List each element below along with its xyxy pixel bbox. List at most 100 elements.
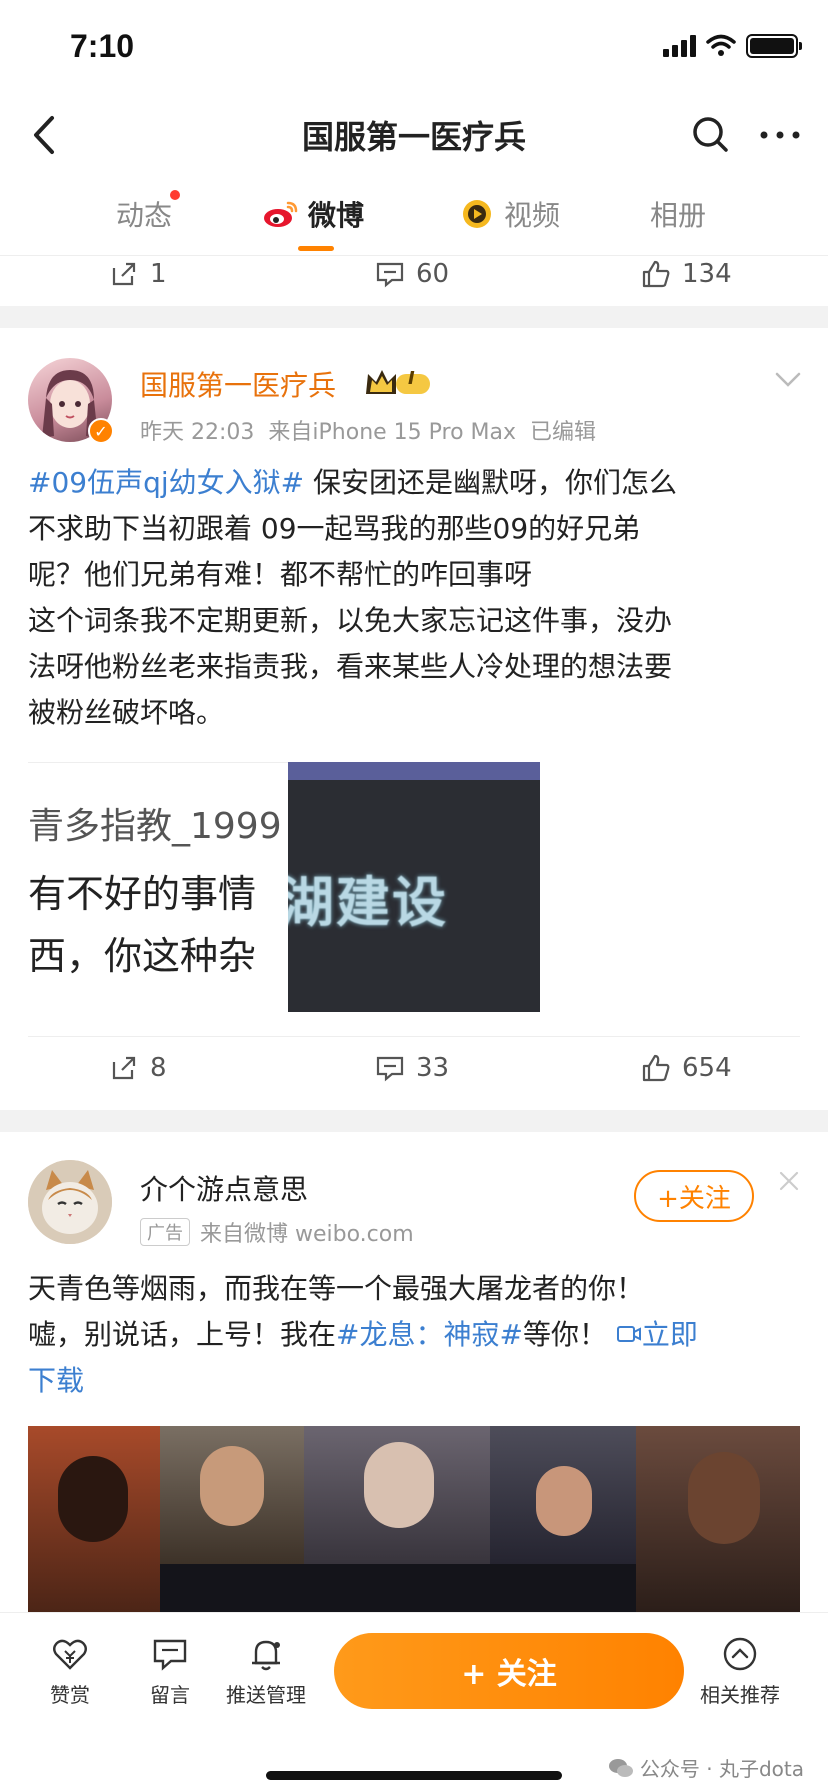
section-divider bbox=[0, 306, 828, 328]
topic-link[interactable]: #09伍声qj幼女入狱# bbox=[28, 466, 304, 499]
post-text-line: 这个词条我不定期更新，以免大家忘记这件事，没办 bbox=[28, 604, 673, 637]
ad-text-segment: 嘘，别说话，上号！我在 bbox=[28, 1318, 337, 1351]
quoted-screenshot-image[interactable]: 青多指教_1999 有不好的事情 西，你这种杂 bbox=[28, 762, 288, 1010]
message-label: 留言 bbox=[150, 1683, 190, 1707]
ad-follow-button[interactable]: +关注 bbox=[634, 1170, 754, 1222]
verified-badge-icon: ✓ bbox=[88, 418, 114, 444]
post-time: 昨天 22:03 bbox=[140, 420, 255, 445]
ad-text: 天青色等烟雨，而我在等一个最强大屠龙者的你！ 嘘，别说话，上号！我在#龙息：神寂… bbox=[28, 1266, 808, 1404]
ad-topic-link[interactable]: #龙息：神寂# bbox=[336, 1318, 523, 1351]
close-icon[interactable] bbox=[778, 1170, 800, 1192]
reward-button[interactable]: 赞赏 bbox=[50, 1635, 90, 1708]
message-button[interactable]: 留言 bbox=[150, 1635, 190, 1708]
video-icon bbox=[463, 200, 491, 228]
reward-heart-icon bbox=[53, 1639, 87, 1670]
comment-count: 33 bbox=[416, 1053, 450, 1083]
like-count: 134 bbox=[682, 259, 732, 289]
comment-icon bbox=[376, 262, 404, 288]
profile-tabs: 动态 微博 视频 相册 bbox=[0, 176, 828, 256]
post-text-line: 法呀他粉丝老来指责我，看来某些人冷处理的想法要 bbox=[28, 650, 673, 683]
pixelated-image-text: 湖建设 bbox=[288, 871, 448, 934]
divider bbox=[28, 1036, 800, 1037]
repost-icon bbox=[112, 1056, 136, 1080]
search-button[interactable] bbox=[686, 110, 736, 160]
tab-label: 动态 bbox=[116, 199, 173, 232]
comment-count: 60 bbox=[416, 259, 450, 289]
post-text: #09伍声qj幼女入狱# 保安团还是幽默呀，你们怎么 不求助下当初跟着 09一起… bbox=[28, 460, 808, 736]
comment-icon bbox=[376, 1056, 404, 1082]
post-text-line: 不求助下当初跟着 09一起骂我的那些09的好兄弟 bbox=[28, 512, 641, 545]
ad-label: 广告 bbox=[140, 1218, 190, 1246]
ad-author-name[interactable]: 介个游点意思 bbox=[140, 1168, 308, 1208]
post-text-line: 保安团还是幽默呀，你们怎么 bbox=[304, 466, 678, 499]
related-recommend-label: 相关推荐 bbox=[700, 1683, 780, 1707]
ad-video-thumbnail[interactable] bbox=[28, 1426, 800, 1616]
post-text-line: 呢？他们兄弟有难！都不帮忙的咋回事呀 bbox=[28, 558, 533, 591]
bottom-bar: 赞赏 留言 推送管理 + 关注 相关推荐 公众号 · 丸子dota bbox=[0, 1612, 828, 1792]
tab-weibo[interactable]: 微博 bbox=[262, 194, 364, 234]
battery-icon bbox=[746, 34, 802, 58]
bell-icon bbox=[252, 1640, 280, 1671]
ad-author-avatar[interactable] bbox=[28, 1160, 112, 1244]
more-dots-icon bbox=[760, 131, 800, 139]
repost-icon bbox=[112, 262, 136, 286]
push-settings-button[interactable]: 推送管理 bbox=[226, 1635, 306, 1708]
thumbs-up-icon bbox=[642, 1054, 670, 1082]
reward-label: 赞赏 bbox=[50, 1683, 90, 1707]
vip-level: I bbox=[408, 368, 415, 389]
post-source: 来自iPhone 15 Pro Max bbox=[268, 420, 517, 445]
post-edited-label: 已编辑 bbox=[530, 420, 597, 445]
unread-dot bbox=[170, 190, 181, 200]
video-link-icon bbox=[616, 1326, 641, 1342]
status-time: 7:10 bbox=[70, 28, 135, 64]
related-recommend-button[interactable]: 相关推荐 bbox=[700, 1635, 780, 1708]
repost-button[interactable]: 1 bbox=[108, 258, 167, 290]
quoted-text-line: 有不好的事情 bbox=[28, 872, 257, 916]
download-link-label: 立即 bbox=[641, 1318, 698, 1351]
wechat-icon bbox=[608, 1758, 633, 1777]
tab-album[interactable]: 相册 bbox=[650, 194, 706, 234]
pixelated-image[interactable]: 湖建设 bbox=[288, 762, 540, 1012]
active-tab-indicator bbox=[298, 246, 334, 251]
like-count: 654 bbox=[682, 1053, 732, 1083]
repost-button[interactable]: 8 bbox=[108, 1052, 167, 1084]
tab-label: 相册 bbox=[650, 199, 707, 232]
post-options-chevron-icon[interactable] bbox=[774, 370, 802, 390]
comment-button[interactable]: 60 bbox=[374, 258, 449, 290]
search-icon bbox=[693, 117, 728, 152]
status-icons bbox=[663, 34, 802, 58]
post-author-name[interactable]: 国服第一医疗兵 bbox=[140, 364, 336, 404]
message-icon bbox=[153, 1639, 187, 1671]
crown-icon bbox=[366, 370, 430, 394]
post-meta: 昨天 22:03 来自iPhone 15 Pro Max 已编辑 bbox=[140, 414, 596, 446]
post-text-line: 被粉丝破坏咯。 bbox=[28, 696, 225, 729]
comment-button[interactable]: 33 bbox=[374, 1052, 449, 1084]
weibo-logo-icon bbox=[264, 201, 298, 227]
quoted-username: 青多指教_1999 bbox=[28, 806, 282, 847]
like-button[interactable]: 654 bbox=[640, 1052, 732, 1084]
signal-icon bbox=[663, 35, 696, 57]
ad-text-segment: 等你！ bbox=[522, 1318, 607, 1351]
post-actions: 8 33 654 bbox=[0, 1052, 828, 1102]
tab-dynamic[interactable]: 动态 bbox=[116, 190, 181, 234]
download-link-continued[interactable]: 下载 bbox=[28, 1358, 808, 1404]
cat-avatar-image bbox=[28, 1160, 112, 1244]
ad-text-line: 天青色等烟雨，而我在等一个最强大屠龙者的你！ bbox=[28, 1272, 645, 1305]
follow-button[interactable]: + 关注 bbox=[334, 1633, 684, 1709]
ad-source: 来自微博 weibo.com bbox=[200, 1222, 414, 1247]
watermark-text: 公众号 · 丸子dota bbox=[639, 1757, 804, 1781]
tab-label: 视频 bbox=[504, 199, 561, 232]
status-bar: 7:10 bbox=[0, 0, 828, 100]
thumbs-up-icon bbox=[642, 260, 670, 288]
download-link[interactable]: 立即 bbox=[616, 1318, 698, 1351]
repost-count: 8 bbox=[150, 1053, 167, 1083]
home-indicator bbox=[266, 1771, 562, 1780]
like-button[interactable]: 134 bbox=[640, 258, 732, 290]
push-settings-label: 推送管理 bbox=[226, 1683, 306, 1707]
watermark: 公众号 · 丸子dota bbox=[608, 1753, 804, 1782]
section-divider bbox=[0, 1110, 828, 1132]
tab-video[interactable]: 视频 bbox=[458, 194, 560, 234]
quoted-text-line: 西，你这种杂 bbox=[28, 934, 257, 978]
repost-count: 1 bbox=[150, 259, 167, 289]
more-button[interactable] bbox=[754, 110, 806, 160]
